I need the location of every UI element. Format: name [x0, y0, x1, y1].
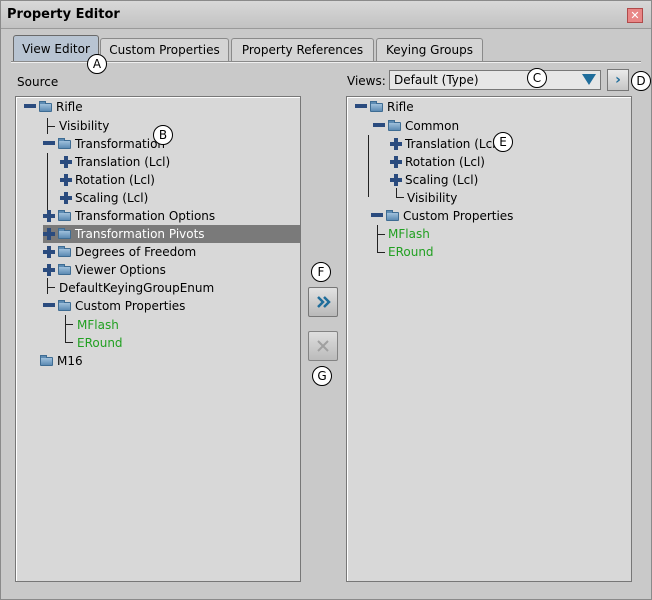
dropdown-arrow-icon [582, 74, 596, 85]
title-bar: Property Editor ✕ [1, 1, 651, 29]
collapse-icon[interactable] [373, 123, 385, 127]
tree-node-visibility[interactable]: Visibility [59, 117, 109, 135]
view-node-mflash[interactable]: MFlash [388, 225, 430, 243]
tree-line [47, 278, 48, 294]
folder-icon [58, 138, 71, 149]
property-plus-icon [390, 156, 402, 168]
window-title: Property Editor [7, 7, 120, 22]
tree-node-custom-properties[interactable]: Custom Properties [43, 297, 185, 315]
tree-line [377, 252, 385, 253]
remove-x-icon [317, 340, 329, 352]
tree-line [396, 197, 404, 198]
expand-icon[interactable] [43, 246, 55, 258]
view-node-rotation[interactable]: Rotation (Lcl) [390, 153, 485, 171]
view-node-custom-properties[interactable]: Custom Properties [371, 207, 513, 225]
callout-e: E [493, 132, 513, 152]
folder-icon [58, 210, 71, 221]
views-dropdown-value: Default (Type) [394, 73, 479, 87]
view-node-eround[interactable]: ERound [388, 243, 434, 261]
expand-icon[interactable] [43, 228, 55, 240]
views-label: Views: [347, 74, 386, 88]
callout-f: F [311, 262, 331, 282]
callout-b: B [153, 125, 173, 145]
tab-view-editor[interactable]: View Editor [13, 35, 99, 63]
tree-line [47, 126, 55, 127]
tree-node-rotation[interactable]: Rotation (Lcl) [60, 171, 155, 189]
tree-node-mflash[interactable]: MFlash [77, 316, 119, 334]
folder-icon [39, 101, 52, 112]
tree-line [377, 234, 385, 235]
tree-line [47, 153, 48, 215]
folder-icon [40, 355, 53, 366]
tree-line [377, 225, 378, 253]
close-button[interactable]: ✕ [627, 8, 643, 23]
expand-icon[interactable] [43, 264, 55, 276]
add-to-view-button[interactable] [308, 287, 338, 317]
view-node-translation[interactable]: Translation (Lcl) [390, 135, 500, 153]
tree-node-degrees-of-freedom[interactable]: Degrees of Freedom [43, 243, 196, 261]
property-editor-window: Property Editor ✕ View Editor Custom Pro… [0, 0, 652, 600]
tree-node-transformation[interactable]: Transformation [43, 135, 165, 153]
property-plus-icon [60, 192, 72, 204]
tree-node-viewer-options[interactable]: Viewer Options [43, 261, 166, 279]
tree-node-transformation-options[interactable]: Transformation Options [43, 207, 215, 225]
callout-c: C [527, 68, 547, 88]
tree-line [368, 135, 369, 197]
callout-g: G [312, 366, 332, 386]
callout-d: D [631, 71, 651, 91]
tree-node-m16[interactable]: M16 [40, 352, 83, 370]
callout-a: A [87, 54, 107, 74]
view-node-rifle[interactable]: Rifle [355, 98, 414, 116]
view-node-visibility[interactable]: Visibility [407, 189, 457, 207]
source-tree-panel[interactable]: Rifle Visibility Transformation Translat… [15, 96, 301, 582]
view-node-scaling[interactable]: Scaling (Lcl) [390, 171, 478, 189]
collapse-icon[interactable] [371, 213, 383, 217]
property-plus-icon [60, 156, 72, 168]
tab-keying-groups[interactable]: Keying Groups [376, 38, 483, 62]
tree-line [65, 324, 73, 325]
expand-icon[interactable] [43, 210, 55, 222]
tree-node-rifle[interactable]: Rifle [24, 98, 83, 116]
tree-line [396, 188, 397, 197]
folder-icon [58, 246, 71, 257]
property-plus-icon [390, 174, 402, 186]
views-tree-panel[interactable]: Rifle Common Translation (Lcl) Rotation … [346, 96, 632, 582]
double-chevron-right-icon [317, 296, 331, 308]
folder-icon [58, 300, 71, 311]
view-node-common[interactable]: Common [373, 117, 459, 135]
folder-icon [58, 228, 71, 239]
next-view-button[interactable]: › [607, 69, 629, 91]
remove-from-view-button[interactable] [308, 331, 338, 361]
collapse-icon[interactable] [24, 104, 36, 108]
property-plus-icon [390, 138, 402, 150]
tree-node-eround[interactable]: ERound [77, 334, 123, 352]
tree-line [65, 342, 73, 343]
folder-icon [386, 210, 399, 221]
collapse-icon[interactable] [355, 104, 367, 108]
collapse-icon[interactable] [43, 141, 55, 145]
folder-icon [58, 264, 71, 275]
folder-icon [388, 120, 401, 131]
tree-node-transformation-pivots[interactable]: Transformation Pivots [43, 225, 300, 243]
tree-node-default-keying-group-enum[interactable]: DefaultKeyingGroupEnum [59, 279, 214, 297]
tree-node-scaling[interactable]: Scaling (Lcl) [60, 189, 148, 207]
tab-custom-properties[interactable]: Custom Properties [100, 38, 229, 62]
source-label: Source [17, 75, 59, 89]
views-dropdown[interactable]: Default (Type) [389, 70, 601, 90]
tree-node-translation[interactable]: Translation (Lcl) [60, 153, 170, 171]
tree-line [65, 315, 66, 343]
tree-line [47, 287, 55, 288]
tab-property-references[interactable]: Property References [231, 38, 374, 62]
folder-icon [370, 101, 383, 112]
property-plus-icon [60, 174, 72, 186]
collapse-icon[interactable] [43, 303, 55, 307]
